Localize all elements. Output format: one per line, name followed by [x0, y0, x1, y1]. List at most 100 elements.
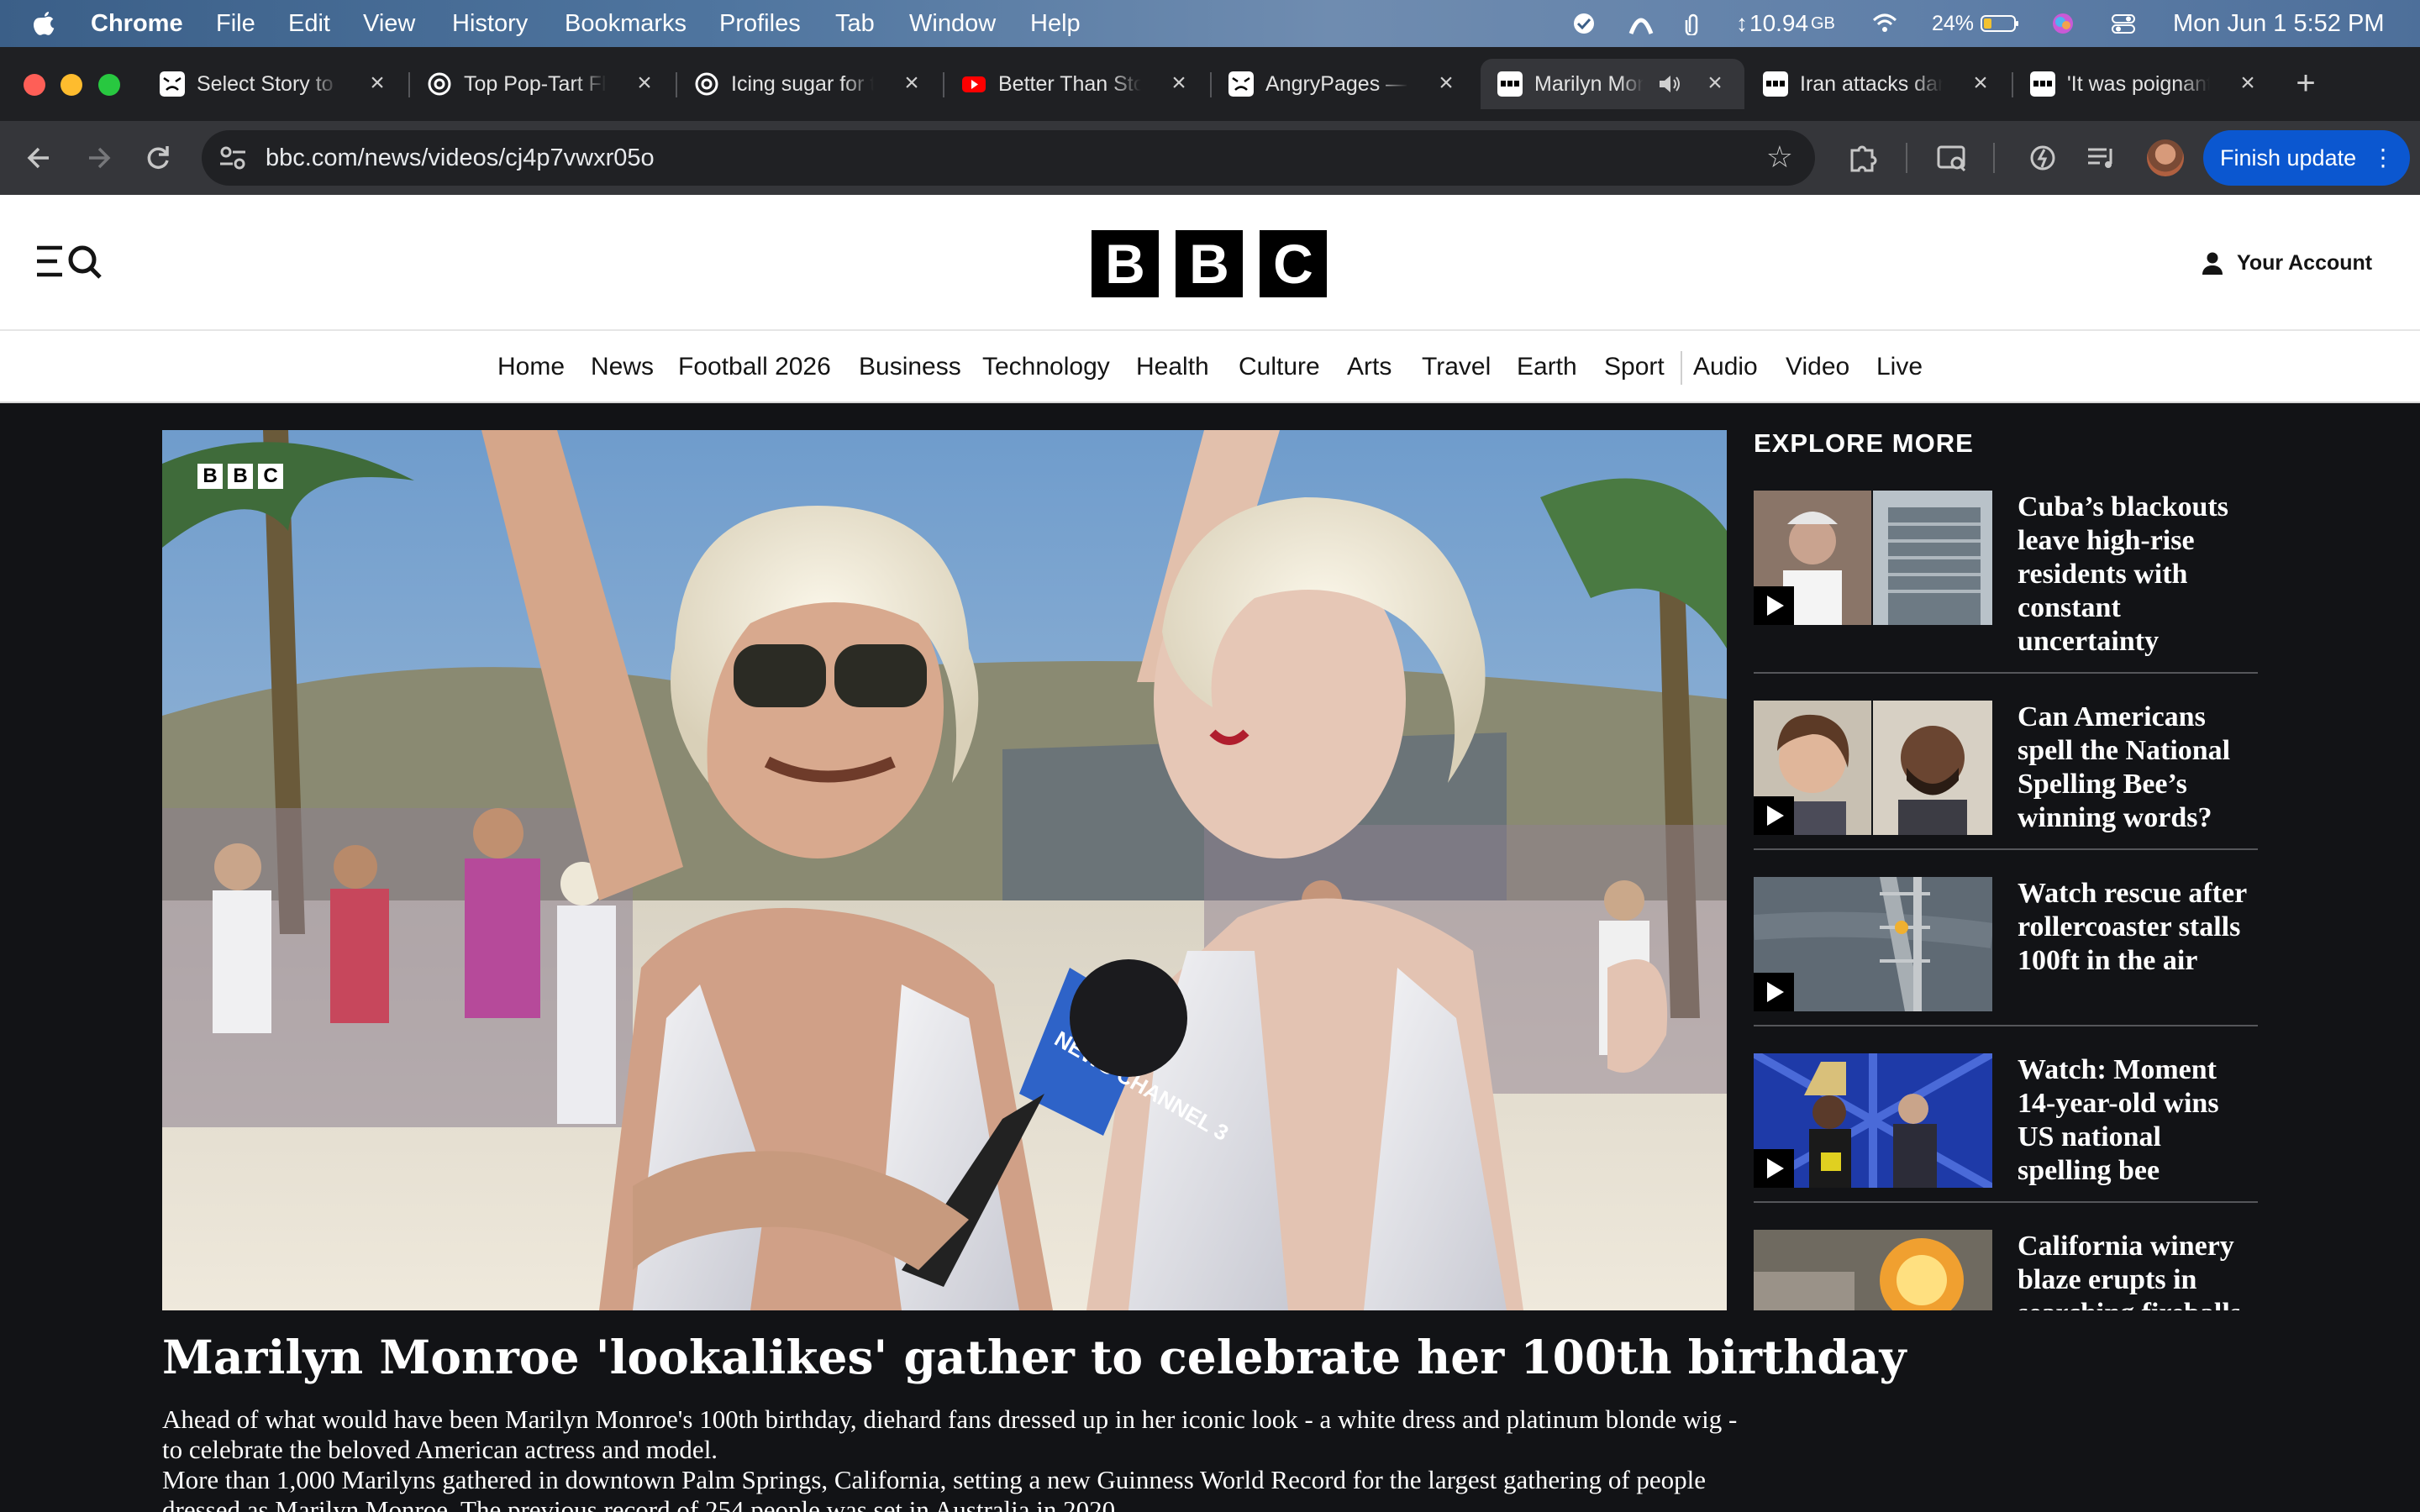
window-zoom-button[interactable]: [98, 74, 120, 96]
menu-window[interactable]: Window: [909, 0, 996, 47]
new-tab-plus-icon[interactable]: +: [2289, 64, 2323, 102]
nav-business[interactable]: Business: [859, 331, 961, 403]
tab-close-icon[interactable]: ×: [1165, 69, 1193, 97]
tab-title: Icing sugar for t: [731, 72, 874, 96]
nav-health[interactable]: Health: [1136, 331, 1209, 403]
tab-close-icon[interactable]: ×: [897, 69, 926, 97]
explore-item[interactable]: Cuba’s blackouts leave high-rise residen…: [1754, 491, 2258, 674]
tab-select-story[interactable]: Select Story to ×: [143, 59, 407, 109]
nav-arts[interactable]: Arts: [1347, 331, 1392, 403]
tab-close-icon[interactable]: ×: [630, 69, 659, 97]
tab-poignant[interactable]: 'It was poignant ×: [2013, 59, 2277, 109]
youtube-icon: [962, 76, 986, 92]
memory-value[interactable]: 10.94: [1749, 0, 1808, 47]
tab-close-icon[interactable]: ×: [1966, 69, 1995, 97]
nav-technology[interactable]: Technology: [982, 331, 1110, 403]
nav-home[interactable]: Home: [497, 331, 565, 403]
tab-pop-tart[interactable]: Top Pop-Tart Fl ×: [410, 59, 674, 109]
profile-avatar[interactable]: [2147, 139, 2184, 176]
menu-view[interactable]: View: [363, 0, 415, 47]
nav-sport[interactable]: Sport: [1604, 331, 1665, 403]
menu-history[interactable]: History: [452, 0, 528, 47]
menu-file[interactable]: File: [216, 0, 255, 47]
video-thumbnail[interactable]: [1754, 877, 1992, 1011]
bbc-logo-letter: B: [1176, 230, 1243, 297]
video-thumbnail[interactable]: [1754, 491, 1992, 625]
forward-arrow-icon[interactable]: [77, 137, 119, 179]
performance-icon[interactable]: [2022, 137, 2064, 179]
url-text[interactable]: bbc.com/news/videos/cj4p7vwxr05o: [266, 130, 655, 186]
arc-status-icon[interactable]: [1628, 12, 1654, 35]
reading-mode-icon[interactable]: [1931, 137, 1973, 179]
tab-iran-attacks[interactable]: Iran attacks dar ×: [1746, 59, 2010, 109]
tab-close-icon[interactable]: ×: [363, 69, 392, 97]
openai-icon: [695, 72, 718, 96]
window-minimize-button[interactable]: [60, 74, 82, 96]
app-status-icon[interactable]: [1571, 12, 1597, 35]
video-player[interactable]: NEWS CHANNEL 3 B B C: [162, 430, 1727, 1310]
back-arrow-icon[interactable]: [18, 137, 60, 179]
finish-update-button[interactable]: Finish update ⋮: [2203, 130, 2410, 186]
explore-item-title[interactable]: California winery blaze erupts in search…: [2018, 1230, 2258, 1310]
nav-audio[interactable]: Audio: [1693, 331, 1758, 403]
menu-profiles[interactable]: Profiles: [719, 0, 801, 47]
menu-search-icon[interactable]: [34, 240, 104, 282]
explore-item[interactable]: Watch: Moment 14-year-old wins US nation…: [1754, 1053, 2258, 1230]
control-center-icon[interactable]: [2111, 12, 2136, 35]
window-close-button[interactable]: [24, 74, 45, 96]
explore-item[interactable]: Watch rescue after rollercoaster stalls …: [1754, 877, 2258, 1053]
explore-item-title[interactable]: Watch rescue after rollercoaster stalls …: [2018, 877, 2258, 978]
tab-title: Select Story to: [197, 72, 334, 96]
paperclip-icon[interactable]: [1681, 12, 1706, 35]
tab-audio-icon[interactable]: [1657, 72, 1682, 96]
site-info-tune-icon[interactable]: [218, 144, 247, 171]
explore-more-heading: EXPLORE MORE: [1754, 428, 1974, 458]
tab-title: AngryPages — t: [1265, 72, 1408, 96]
menubar-clock[interactable]: Mon Jun 1 5:52 PM: [2173, 0, 2384, 47]
tab-close-icon[interactable]: ×: [2233, 69, 2262, 97]
nav-culture[interactable]: Culture: [1239, 331, 1320, 403]
memory-arrows-icon: ↕: [1736, 10, 1748, 36]
explore-item[interactable]: Can Americans spell the National Spellin…: [1754, 701, 2258, 877]
nav-divider: [1681, 351, 1682, 385]
battery-icon[interactable]: [1980, 12, 2020, 35]
explore-more-list: Cuba’s blackouts leave high-rise residen…: [1754, 491, 2258, 1310]
video-thumbnail[interactable]: [1754, 1053, 1992, 1188]
explore-item-title[interactable]: Can Americans spell the National Spellin…: [2018, 701, 2258, 835]
divider: [1754, 848, 2258, 850]
bookmark-star-icon[interactable]: ☆: [1766, 139, 1793, 176]
tab-close-icon[interactable]: ×: [1432, 69, 1460, 97]
explore-item-title[interactable]: Cuba’s blackouts leave high-rise residen…: [2018, 491, 2258, 659]
explore-item[interactable]: California winery blaze erupts in search…: [1754, 1230, 2258, 1310]
tab-marilyn-active[interactable]: Marilyn Mon ×: [1481, 59, 1744, 109]
wifi-icon[interactable]: [1872, 12, 1897, 35]
nav-football[interactable]: Football 2026: [678, 331, 831, 403]
extensions-puzzle-icon[interactable]: [1842, 137, 1884, 179]
menu-edit[interactable]: Edit: [288, 0, 330, 47]
nav-news[interactable]: News: [591, 331, 654, 403]
media-controls-icon[interactable]: [2081, 137, 2123, 179]
apple-icon[interactable]: [32, 10, 55, 37]
siri-icon[interactable]: [2050, 12, 2075, 35]
tab-icing-sugar[interactable]: Icing sugar for t ×: [677, 59, 941, 109]
video-thumbnail[interactable]: [1754, 701, 1992, 835]
address-bar[interactable]: bbc.com/news/videos/cj4p7vwxr05o ☆: [202, 130, 1815, 186]
nav-live[interactable]: Live: [1876, 331, 1923, 403]
menu-bookmarks[interactable]: Bookmarks: [565, 0, 687, 47]
play-icon: [1754, 1149, 1794, 1188]
nav-travel[interactable]: Travel: [1422, 331, 1491, 403]
menu-help[interactable]: Help: [1030, 0, 1081, 47]
tab-youtube[interactable]: Better Than Sto ×: [944, 59, 1208, 109]
video-thumbnail[interactable]: [1754, 1230, 1992, 1310]
nav-video[interactable]: Video: [1786, 331, 1849, 403]
tab-close-icon[interactable]: ×: [1701, 69, 1729, 97]
tab-angrypages[interactable]: AngryPages — t ×: [1212, 59, 1476, 109]
explore-item-title[interactable]: Watch: Moment 14-year-old wins US nation…: [2018, 1053, 2258, 1188]
tab-title: Iran attacks dar: [1800, 72, 1943, 96]
reload-icon[interactable]: [137, 137, 179, 179]
divider: [1754, 672, 2258, 674]
menu-tab[interactable]: Tab: [835, 0, 875, 47]
menu-app-name[interactable]: Chrome: [91, 0, 183, 47]
thumbnail-image: [1754, 1230, 1992, 1310]
nav-earth[interactable]: Earth: [1517, 331, 1577, 403]
